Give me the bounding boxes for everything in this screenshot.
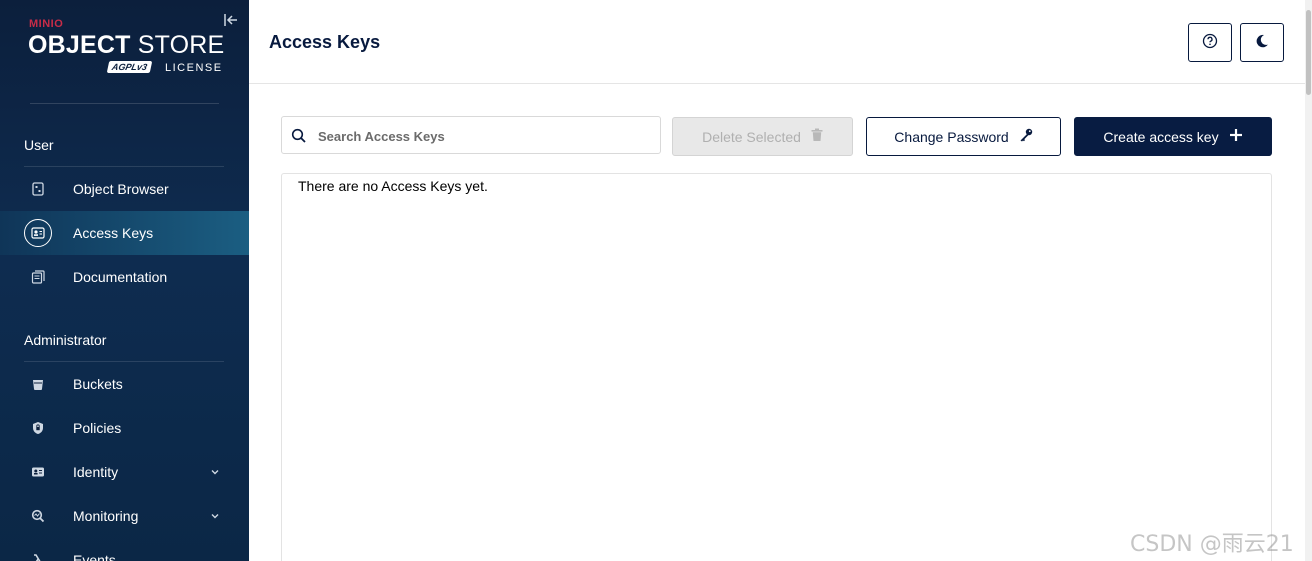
create-access-key-label: Create access key (1103, 128, 1219, 145)
help-button[interactable] (1188, 23, 1232, 62)
logo-title-bold: OBJECT (28, 31, 131, 59)
create-access-key-button[interactable]: Create access key (1074, 117, 1272, 156)
license-badge: AGPLv3 (106, 61, 153, 73)
section-title-administrator: Administrator (24, 332, 107, 348)
collapse-sidebar-icon[interactable] (223, 12, 239, 28)
sidebar-item-label: Identity (73, 464, 119, 480)
logo-title: OBJECT STORE (28, 31, 224, 60)
sidebar-item-label: Object Browser (73, 181, 169, 197)
watermark: CSDN @雨云21 (1130, 532, 1294, 557)
chevron-down-icon[interactable] (208, 509, 222, 523)
minio-logo[interactable]: MINIO OBJECT STORE AGPLv3 LICENSE (28, 18, 224, 82)
sidebar-item-access-keys[interactable]: Access Keys (0, 211, 249, 255)
sidebar-item-documentation[interactable]: Documentation (0, 255, 249, 299)
search-input[interactable] (318, 125, 648, 147)
page-header: Access Keys (249, 0, 1312, 84)
bucket-icon (24, 370, 52, 398)
sidebar-item-buckets[interactable]: Buckets (0, 362, 249, 406)
access-keys-icon (24, 219, 52, 247)
sidebar-item-identity[interactable]: Identity (0, 450, 249, 494)
sidebar-item-object-browser[interactable]: Object Browser (0, 167, 249, 211)
sidebar-item-events[interactable]: Events (0, 538, 249, 561)
object-browser-icon (24, 175, 52, 203)
sidebar-item-monitoring[interactable]: Monitoring (0, 494, 249, 538)
search-icon (291, 128, 307, 144)
logo-license-text: LICENSE (165, 62, 223, 74)
sidebar-item-label: Documentation (73, 269, 168, 285)
delete-selected-button[interactable]: Delete Selected (672, 117, 853, 156)
page-scrollbar-thumb[interactable] (1306, 10, 1311, 95)
search-box[interactable] (281, 116, 661, 154)
monitoring-icon (24, 502, 52, 530)
documentation-icon (24, 263, 52, 291)
help-icon (1202, 33, 1218, 52)
trash-icon (811, 128, 823, 145)
sidebar: MINIO OBJECT STORE AGPLv3 LICENSE User O… (0, 0, 249, 561)
identity-icon (24, 458, 52, 486)
change-password-label: Change Password (894, 128, 1009, 145)
lambda-icon (24, 546, 52, 561)
section-title-user: User (24, 137, 54, 153)
logo-minio-text: MINIO (29, 18, 64, 30)
page-title: Access Keys (269, 32, 381, 52)
delete-selected-label: Delete Selected (702, 128, 801, 145)
theme-toggle-button[interactable] (1240, 23, 1284, 62)
policy-icon (24, 414, 52, 442)
key-icon (1019, 128, 1033, 145)
moon-icon (1254, 33, 1270, 52)
sidebar-item-label: Monitoring (73, 508, 139, 524)
chevron-down-icon[interactable] (208, 465, 222, 479)
access-keys-list: There are no Access Keys yet. (281, 173, 1272, 561)
logo-divider (30, 103, 219, 104)
sidebar-item-label: Access Keys (73, 225, 154, 241)
sidebar-item-label: Policies (73, 420, 122, 436)
sidebar-item-label: Events (73, 552, 116, 561)
logo-title-regular: STORE (137, 31, 225, 59)
plus-icon (1229, 128, 1243, 145)
change-password-button[interactable]: Change Password (866, 117, 1061, 156)
empty-state-message: There are no Access Keys yet. (298, 178, 488, 194)
sidebar-item-label: Buckets (73, 376, 123, 392)
sidebar-item-policies[interactable]: Policies (0, 406, 249, 450)
